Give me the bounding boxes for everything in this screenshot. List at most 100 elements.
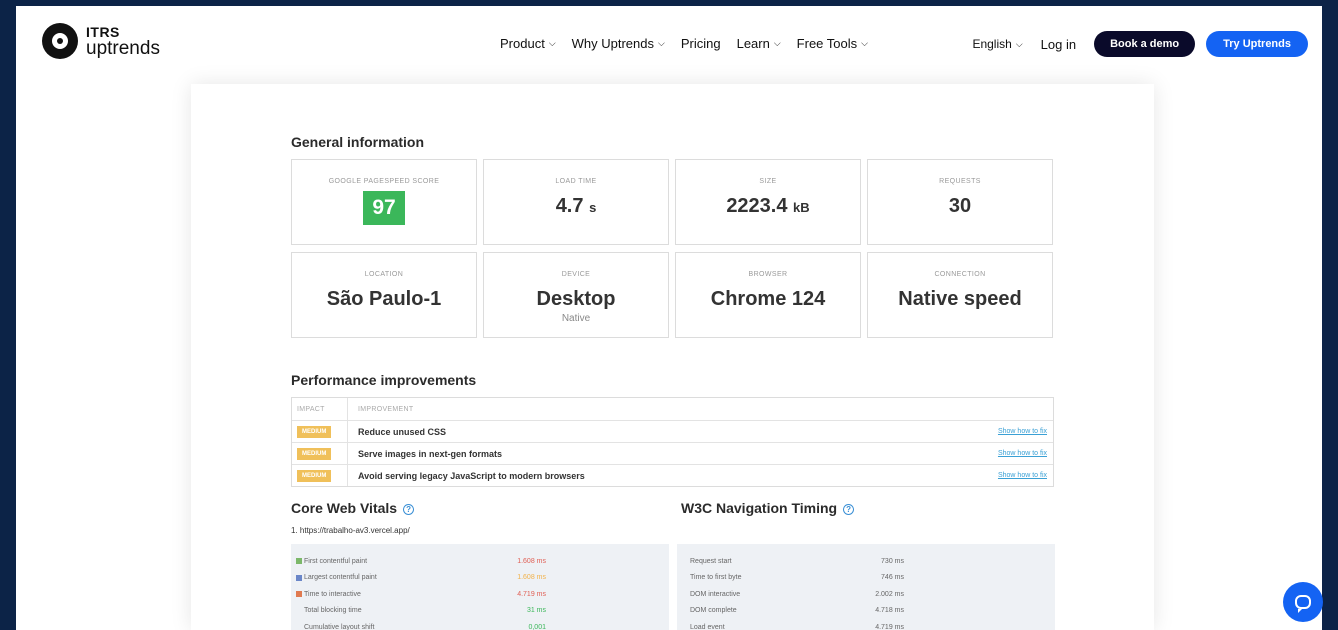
- info-tile: DEVICE Desktop Native: [483, 252, 669, 338]
- tile-label: DEVICE: [561, 271, 591, 278]
- tile-value-number: 2223.4: [726, 195, 788, 217]
- tile-label: BROWSER: [748, 271, 788, 278]
- table-row: MEDIUM Serve images in next-gen formats Sh…: [292, 442, 1053, 464]
- timing-name: DOM complete: [690, 607, 737, 615]
- nav-item-why-uptrends[interactable]: Why Uptrends ⌵: [572, 36, 665, 51]
- logo[interactable]: ITRS uptrends: [42, 23, 160, 59]
- browser-viewport: ITRS uptrends Product ⌵ Why Uptrends ⌵ Prici…: [16, 6, 1322, 630]
- impact-badge: MEDIUM: [297, 447, 332, 460]
- vital-name: First contentful paint: [291, 558, 491, 565]
- improvement-text: Reduce unused CSS: [358, 426, 447, 437]
- nav-item-label: Product: [500, 36, 545, 51]
- tile-value-unit: kB: [793, 200, 810, 215]
- impact-badge: MEDIUM: [297, 425, 332, 438]
- timing-name: Time to first byte: [690, 574, 742, 582]
- tile-value: 4.7 s: [484, 195, 668, 218]
- timing-row: Load event 4.719 ms: [677, 619, 1055, 630]
- vital-value: 31 ms: [526, 607, 546, 615]
- timing-name: Request start: [690, 557, 732, 565]
- core-web-vitals-heading: Core Web Vitals?: [291, 500, 415, 516]
- nav-timing-title: W3C Navigation Timing: [681, 500, 838, 516]
- timing-name: Load event: [690, 623, 725, 630]
- tile-value-unit: s: [589, 200, 597, 215]
- help-icon[interactable]: ?: [403, 503, 415, 515]
- nav-item-label: Free Tools: [796, 36, 858, 51]
- language-label: English: [972, 37, 1012, 51]
- vital-name: Cumulative layout shift: [291, 624, 491, 630]
- vital-name-label: Cumulative layout shift: [304, 623, 375, 630]
- tile-label: SIZE: [759, 178, 777, 185]
- chevron-down-icon: ⌵: [773, 38, 781, 48]
- info-tile: SIZE 2223.4 kB: [675, 159, 861, 245]
- tile-label: GOOGLE PAGESPEED SCORE: [328, 178, 440, 185]
- nav-item-pricing[interactable]: Pricing: [681, 36, 721, 51]
- logo-top: ITRS: [86, 23, 120, 40]
- timing-row: DOM complete 4.718 ms: [677, 603, 1055, 620]
- tested-url: 1. https://trabalho-av3.vercel.app/: [291, 526, 410, 535]
- table-row: MEDIUM Avoid serving legacy JavaScript to…: [292, 464, 1053, 486]
- vital-row: Cumulative layout shift 0,001: [291, 619, 669, 630]
- info-tile: REQUESTS 30: [867, 159, 1053, 245]
- table-row: MEDIUM Reduce unused CSS Show how to fix: [292, 420, 1053, 442]
- vital-row: Time to interactive 4.719 ms: [291, 586, 669, 603]
- legend-swatch: [296, 591, 302, 598]
- tile-label: CONNECTION: [934, 271, 986, 278]
- improvement-text: Avoid serving legacy JavaScript to moder…: [358, 470, 585, 481]
- show-how-to-fix-link[interactable]: Show how to fix: [998, 450, 1047, 457]
- results-card: General information GOOGLE PAGESPEED SCO…: [191, 84, 1154, 630]
- vital-name-label: Time to interactive: [304, 590, 361, 598]
- nav-item-product[interactable]: Product ⌵: [500, 36, 556, 51]
- nav-item-label: Learn: [736, 36, 770, 51]
- try-uptrends-button[interactable]: Try Uptrends: [1206, 31, 1308, 57]
- timing-row: DOM interactive 2.002 ms: [677, 586, 1055, 603]
- impact-cell: MEDIUM: [292, 421, 348, 442]
- language-select[interactable]: English ⌵: [972, 37, 1022, 51]
- impact-header: IMPACT: [292, 398, 348, 420]
- nav-item-learn[interactable]: Learn ⌵: [737, 36, 781, 51]
- help-icon[interactable]: ?: [843, 503, 855, 515]
- logo-bottom: uptrends: [86, 37, 160, 59]
- tile-value-number: São Paulo-1: [326, 288, 442, 310]
- nav-item-label: Why Uptrends: [571, 36, 655, 51]
- vital-name-label: Largest contentful paint: [304, 574, 377, 582]
- nav-item-free-tools[interactable]: Free Tools ⌵: [797, 36, 868, 51]
- login-link[interactable]: Log in: [1041, 37, 1076, 52]
- vital-row: Largest contentful paint 1.608 ms: [291, 570, 669, 587]
- tile-value-number: Native speed: [898, 288, 1022, 310]
- book-demo-button[interactable]: Book a demo: [1094, 31, 1196, 57]
- core-web-vitals-panel: First contentful paint 1.608 ms Largest co…: [291, 544, 669, 630]
- timing-value: 730 ms: [881, 557, 904, 565]
- chat-icon: [1295, 595, 1311, 613]
- info-tile: CONNECTION Native speed: [867, 252, 1053, 338]
- tile-label: REQUESTS: [939, 178, 981, 185]
- show-how-to-fix-link[interactable]: Show how to fix: [998, 428, 1047, 435]
- show-how-to-fix-link[interactable]: Show how to fix: [998, 472, 1047, 479]
- chevron-down-icon: ⌵: [658, 38, 665, 48]
- tile-label: LOAD TIME: [555, 178, 597, 185]
- tile-value: Native speed: [868, 288, 1052, 311]
- tile-label: LOCATION: [364, 271, 404, 278]
- legend-swatch: [296, 574, 302, 581]
- chevron-down-icon: ⌵: [1015, 38, 1023, 49]
- tile-value-number: 4.7: [555, 195, 584, 217]
- chevron-down-icon: ⌵: [548, 38, 556, 48]
- legend-swatch: [296, 558, 302, 565]
- nav-timing-heading: W3C Navigation Timing?: [681, 500, 855, 516]
- tile-value: Chrome 124: [676, 288, 860, 311]
- nav-item-label: Pricing: [680, 36, 721, 51]
- chevron-down-icon: ⌵: [861, 38, 868, 48]
- vital-name: Largest contentful paint: [291, 574, 491, 581]
- info-tile: LOAD TIME 4.7 s: [483, 159, 669, 245]
- impact-cell: MEDIUM: [292, 443, 348, 464]
- vital-name-label: First contentful paint: [304, 557, 368, 565]
- timing-value: 2.002 ms: [875, 590, 904, 598]
- chat-button[interactable]: [1283, 582, 1323, 622]
- performance-table-header: IMPACT IMPROVEMENT: [292, 398, 1053, 420]
- info-tile: LOCATION São Paulo-1: [291, 252, 477, 338]
- tile-value-number: Desktop: [536, 288, 616, 310]
- timing-row: Time to first byte 746 ms: [677, 570, 1055, 587]
- tile-value-number: 30: [948, 195, 972, 217]
- tile-value: 30: [868, 195, 1052, 218]
- vital-value: 1.608 ms: [517, 557, 546, 565]
- vital-name: Time to interactive: [291, 591, 491, 598]
